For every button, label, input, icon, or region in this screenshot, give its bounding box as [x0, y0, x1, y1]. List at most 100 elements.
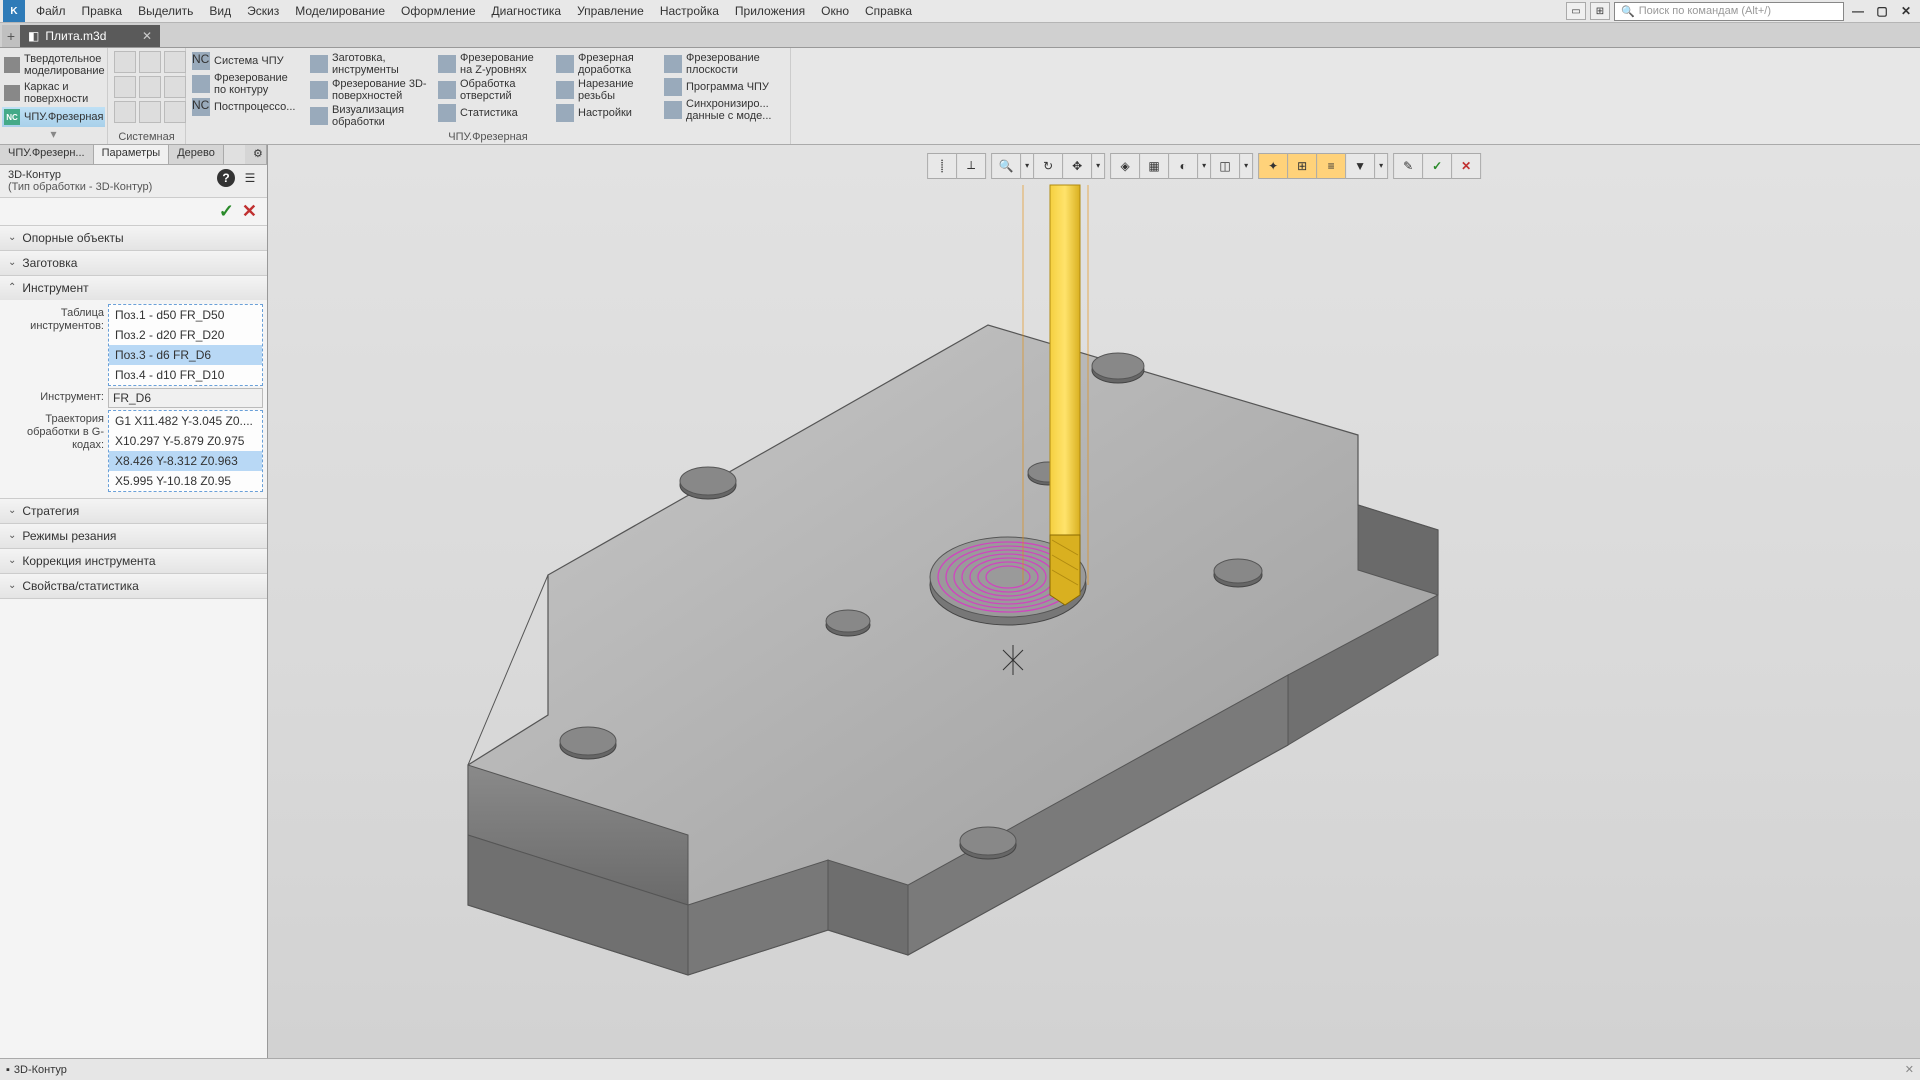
workspace: ЧПУ.Фрезерн... Параметры Дерево ⚙ 3D-Кон…: [0, 145, 1920, 1058]
close-window-button[interactable]: ✕: [1896, 2, 1916, 20]
cmd-stock-tools[interactable]: Заготовка, инструменты: [310, 51, 430, 77]
menu-sketch[interactable]: Эскиз: [239, 1, 287, 21]
nc-icon: NC: [192, 52, 210, 70]
tab-tree[interactable]: Дерево: [169, 145, 224, 164]
help-icon[interactable]: ?: [217, 169, 235, 187]
menu-file[interactable]: Файл: [28, 1, 74, 21]
hole-icon: [438, 81, 456, 99]
list-item[interactable]: G1 X11.482 Y-3.045 Z0....: [109, 411, 262, 431]
tab-cnc-milling[interactable]: ЧПУ.Фрезерн...: [0, 145, 94, 164]
menu-select[interactable]: Выделить: [130, 1, 201, 21]
list-item[interactable]: Поз.2 - d20 FR_D20: [109, 325, 262, 345]
tab-parameters[interactable]: Параметры: [94, 145, 170, 164]
menu-edit[interactable]: Правка: [74, 1, 131, 21]
grid-icon[interactable]: ⊞: [1590, 2, 1610, 20]
cmd-3d-surface-milling[interactable]: Фрезерование 3D-поверхностей: [310, 77, 430, 103]
ribbon: Твердотельное моделирование Каркас и пов…: [0, 48, 1920, 145]
workspace-cnc-milling[interactable]: NC ЧПУ.Фрезерная: [2, 107, 105, 127]
cancel-button[interactable]: ✕: [242, 201, 257, 222]
trajectory-label: Траектория обработки в G-кодах:: [4, 410, 108, 453]
section-strategy[interactable]: ⌄Стратегия: [0, 499, 267, 524]
cmd-rework[interactable]: Фрезерная доработка: [556, 51, 656, 77]
list-icon[interactable]: ☰: [241, 169, 259, 187]
cmd-postprocessor[interactable]: NCПостпроцессо...: [192, 97, 302, 117]
redo-button[interactable]: [164, 76, 186, 98]
list-item[interactable]: X5.995 Y-10.18 Z0.95: [109, 471, 262, 491]
menu-modeling[interactable]: Моделирование: [287, 1, 393, 21]
menu-help[interactable]: Справка: [857, 1, 920, 21]
list-item[interactable]: Поз.4 - d10 FR_D10: [109, 365, 262, 385]
ribbon-group-milling: NCСистема ЧПУ Фрезерование по контуру NC…: [186, 48, 791, 144]
workspace-wireframe[interactable]: Каркас и поверхности: [2, 79, 105, 107]
section-tool-header[interactable]: ⌃Инструмент: [0, 276, 267, 300]
print-button[interactable]: [114, 76, 136, 98]
undo-button[interactable]: [139, 76, 161, 98]
layout-icon[interactable]: ▭: [1566, 2, 1586, 20]
tab-settings-gear[interactable]: ⚙: [245, 145, 267, 164]
gear-icon: [556, 104, 574, 122]
cmd-cnc-system[interactable]: NCСистема ЧПУ: [192, 51, 302, 71]
panel-tabs: ЧПУ.Фрезерн... Параметры Дерево ⚙: [0, 145, 267, 165]
copy-button[interactable]: [114, 101, 136, 123]
statusbar: ▪ 3D-Контур ✕: [0, 1058, 1920, 1080]
cmd-sync-model[interactable]: Синхронизиро... данные с моде...: [664, 97, 784, 123]
group-label-system: Системная: [114, 130, 179, 143]
list-item[interactable]: Поз.1 - d50 FR_D50: [109, 305, 262, 325]
workspace-solid-modeling[interactable]: Твердотельное моделирование: [2, 51, 105, 79]
cmd-contour-milling[interactable]: Фрезерование по контуру: [192, 71, 302, 97]
tool-table-label: Таблица инструментов:: [4, 304, 108, 333]
gcode-listbox[interactable]: G1 X11.482 Y-3.045 Z0.... X10.297 Y-5.87…: [108, 410, 263, 492]
properties-button[interactable]: [164, 101, 186, 123]
new-file-button[interactable]: [114, 51, 136, 73]
menu-diagnostics[interactable]: Диагностика: [484, 1, 570, 21]
save-button[interactable]: [164, 51, 186, 73]
tool-name-input[interactable]: FR_D6: [108, 388, 263, 408]
cmd-statistics[interactable]: Статистика: [438, 103, 548, 123]
section-stock[interactable]: ⌄Заготовка: [0, 251, 267, 276]
operation-subtitle: (Тип обработки - 3D-Контур): [8, 181, 217, 193]
list-item-selected[interactable]: Поз.3 - d6 FR_D6: [109, 345, 262, 365]
maximize-button[interactable]: ▢: [1872, 2, 1892, 20]
surface-icon: [4, 85, 20, 101]
eye-icon: [310, 107, 328, 125]
menu-window[interactable]: Окно: [813, 1, 857, 21]
list-item[interactable]: X10.297 Y-5.879 Z0.975: [109, 431, 262, 451]
3d-viewport[interactable]: ⸽ ⟂ 🔍▾ ↻ ✥▾ ◈ ▦ ◐▾ ◫▾ ✦ ⊞ ≡ ▼▾ ✎ ✓ ✕: [268, 145, 1920, 1058]
paste-button[interactable]: [139, 101, 161, 123]
menu-apps[interactable]: Приложения: [727, 1, 813, 21]
chevron-down-icon: ⌄: [8, 505, 16, 516]
open-file-button[interactable]: [139, 51, 161, 73]
nc-icon: NC: [192, 98, 210, 116]
cmd-threading[interactable]: Нарезание резьбы: [556, 77, 656, 103]
new-tab-button[interactable]: +: [2, 25, 20, 47]
apply-button[interactable]: ✓: [219, 201, 234, 222]
cmd-nc-program[interactable]: Программа ЧПУ: [664, 77, 784, 97]
operation-title: 3D-Контур: [8, 169, 217, 181]
cmd-hole-machining[interactable]: Обработка отверстий: [438, 77, 548, 103]
minimize-button[interactable]: —: [1848, 2, 1868, 20]
menu-manage[interactable]: Управление: [569, 1, 652, 21]
params-header: 3D-Контур (Тип обработки - 3D-Контур) ? …: [0, 165, 267, 198]
command-search[interactable]: 🔍 Поиск по командам (Alt+/): [1614, 2, 1844, 21]
menu-drafting[interactable]: Оформление: [393, 1, 483, 21]
list-item-selected[interactable]: X8.426 Y-8.312 Z0.963: [109, 451, 262, 471]
menu-settings[interactable]: Настройка: [652, 1, 727, 21]
zlevel-icon: [438, 55, 456, 73]
cmd-visualization[interactable]: Визуализация обработки: [310, 103, 430, 129]
params-action-bar: ✓ ✕: [0, 198, 267, 226]
section-properties-stats[interactable]: ⌄Свойства/статистика: [0, 574, 267, 599]
chevron-down-icon: ⌄: [8, 257, 16, 268]
statusbar-close-icon[interactable]: ✕: [1905, 1063, 1914, 1076]
tool-table-listbox[interactable]: Поз.1 - d50 FR_D50 Поз.2 - d20 FR_D20 По…: [108, 304, 263, 386]
menu-view[interactable]: Вид: [201, 1, 239, 21]
section-reference-objects[interactable]: ⌄Опорные объекты: [0, 226, 267, 251]
section-cutting-modes[interactable]: ⌄Режимы резания: [0, 524, 267, 549]
document-tab[interactable]: ◧ Плита.m3d ✕: [20, 25, 160, 47]
cmd-settings[interactable]: Настройки: [556, 103, 656, 123]
close-tab-icon[interactable]: ✕: [142, 29, 152, 43]
cmd-plane-milling[interactable]: Фрезерование плоскости: [664, 51, 784, 77]
section-tool-correction[interactable]: ⌄Коррекция инструмента: [0, 549, 267, 574]
cmd-zlevel-milling[interactable]: Фрезерование на Z-уровнях: [438, 51, 548, 77]
section-tool: ⌃Инструмент Таблица инструментов: Поз.1 …: [0, 276, 267, 499]
workspace-expand[interactable]: ▾: [2, 127, 105, 137]
